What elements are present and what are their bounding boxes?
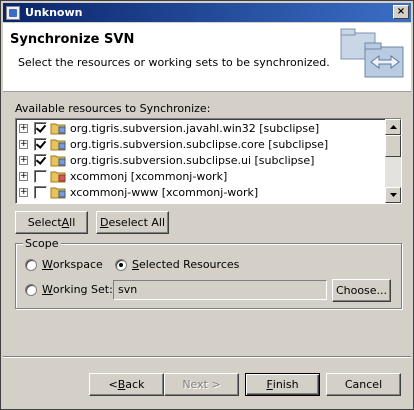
arrow-up-icon: [389, 125, 397, 129]
next-button[interactable]: Next >: [164, 373, 239, 396]
resource-checkbox[interactable]: [34, 153, 47, 167]
project-folder-icon: [50, 123, 66, 135]
expand-icon[interactable]: +: [19, 139, 28, 149]
resource-checkbox[interactable]: [34, 121, 47, 135]
workspace-label: orkspace: [52, 258, 103, 271]
select-all-mnemonic: A: [61, 216, 70, 229]
choose-button[interactable]: Choose...: [332, 279, 391, 302]
select-all-label-start: Select: [27, 216, 62, 229]
resources-tree[interactable]: + org.tigris.subversion.javahl.win32 [su…: [15, 118, 402, 204]
deselect-all-button[interactable]: Deselect All: [96, 211, 169, 234]
back-label-start: <: [108, 378, 118, 391]
selected-resources-radio-button[interactable]: [115, 258, 127, 271]
tree-item[interactable]: + org.tigris.subversion.subclipse.core […: [19, 136, 328, 152]
resource-checkbox[interactable]: [34, 185, 47, 199]
page-title: Synchronize SVN: [10, 32, 135, 47]
resource-label: org.tigris.subversion.subclipse.core [su…: [70, 137, 329, 151]
synchronize-folders-icon: [340, 28, 404, 78]
project-folder-icon: [50, 139, 66, 151]
working-set-mnemonic: W: [42, 283, 53, 296]
tree-item[interactable]: + xcommonj [xcommonj-work]: [19, 168, 227, 184]
arrow-down-icon: [389, 193, 397, 197]
page-description: Select the resources or working sets to …: [18, 56, 330, 69]
workspace-radio-button[interactable]: [25, 258, 37, 271]
working-set-field[interactable]: svn: [113, 280, 327, 300]
back-button[interactable]: < Back: [89, 373, 164, 396]
project-folder-icon: [50, 155, 66, 167]
cancel-button[interactable]: Cancel: [326, 373, 401, 396]
window-icon: [6, 5, 20, 20]
window-title: Unknown: [25, 6, 83, 19]
tree-item[interactable]: + org.tigris.subversion.javahl.win32 [su…: [19, 120, 319, 136]
working-set-radio-button[interactable]: [25, 283, 37, 296]
scope-title: Scope: [23, 237, 61, 250]
resource-checkbox[interactable]: [34, 137, 47, 151]
resource-label: xcommonj-www [xcommonj-work]: [70, 185, 259, 199]
deselect-all-label: eselect All: [108, 216, 166, 229]
resource-label: xcommonj [xcommonj-work]: [70, 169, 228, 183]
synchronize-dialog: Unknown × Synchronize SVN Select the res…: [0, 0, 414, 410]
resources-label: Available resources to Synchronize:: [15, 102, 211, 115]
project-folder-icon: [50, 187, 66, 199]
finish-button[interactable]: Finish: [245, 373, 320, 396]
back-label-end: ack: [125, 378, 145, 391]
scroll-up-button[interactable]: [385, 119, 401, 135]
wizard-banner: Synchronize SVN Select the resources or …: [3, 23, 411, 92]
expand-icon[interactable]: +: [19, 171, 28, 181]
expand-icon[interactable]: +: [19, 123, 28, 133]
title-bar[interactable]: Unknown ×: [3, 3, 411, 22]
expand-icon[interactable]: +: [19, 187, 28, 197]
select-all-label-end: ll: [69, 216, 76, 229]
select-all-button[interactable]: Select All: [15, 211, 88, 234]
resource-checkbox[interactable]: [34, 169, 47, 183]
selected-resources-mnemonic: S: [132, 258, 139, 271]
deselect-all-mnemonic: D: [99, 216, 109, 229]
tree-scrollbar[interactable]: [385, 119, 401, 203]
back-mnemonic: B: [117, 378, 126, 391]
selected-resources-label: elected Resources: [138, 258, 240, 271]
tree-item[interactable]: + xcommonj-www [xcommonj-work]: [19, 184, 258, 200]
workspace-mnemonic: W: [42, 258, 53, 271]
expand-icon[interactable]: +: [19, 155, 28, 165]
scroll-thumb[interactable]: [385, 135, 401, 157]
workspace-radio[interactable]: Workspace: [25, 258, 103, 271]
project-folder-icon: [50, 171, 66, 183]
working-set-label: orking Set:: [52, 283, 113, 296]
finish-label: inish: [272, 378, 299, 391]
close-button[interactable]: ×: [393, 5, 409, 19]
footer-separator: [3, 356, 411, 358]
tree-item[interactable]: + org.tigris.subversion.subclipse.ui [su…: [19, 152, 314, 168]
scroll-down-button[interactable]: [385, 187, 401, 203]
selected-resources-radio[interactable]: Selected Resources: [115, 258, 239, 271]
resource-label: org.tigris.subversion.subclipse.ui [subc…: [70, 153, 315, 167]
working-set-radio[interactable]: Working Set:: [25, 283, 113, 296]
resource-label: org.tigris.subversion.javahl.win32 [subc…: [70, 121, 320, 135]
